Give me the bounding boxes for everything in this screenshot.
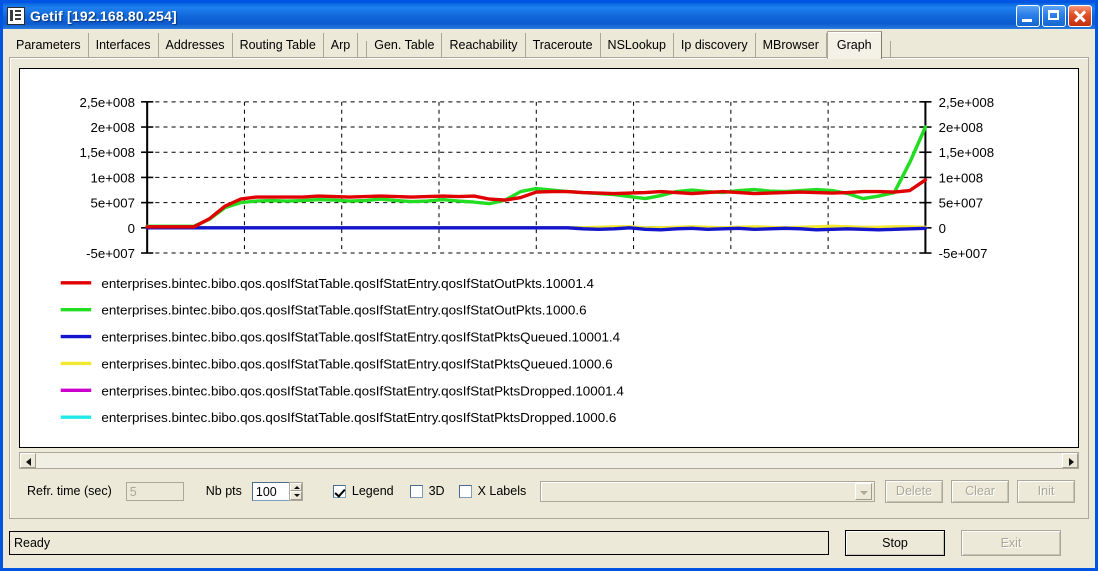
graph-panel: 2,5e+008 2,5e+008 2e+008 2e+008 1,5e+008 1,5e… <box>19 68 1079 448</box>
close-button[interactable] <box>1068 5 1092 27</box>
maximize-icon <box>1043 6 1065 26</box>
nb-pts-spinner[interactable] <box>288 481 303 501</box>
svg-text:0: 0 <box>939 221 946 236</box>
xlabels-label: X Labels <box>477 484 527 498</box>
svg-text:enterprises.bintec.bibo.qos.qo: enterprises.bintec.bibo.qos.qosIfStatTab… <box>101 276 594 291</box>
status-bar: Ready Stop Exit <box>9 524 1089 562</box>
graph-object-combobox[interactable] <box>540 480 875 502</box>
svg-text:1e+008: 1e+008 <box>939 171 983 186</box>
status-text: Ready <box>9 531 829 555</box>
clear-button[interactable]: Clear <box>951 479 1009 503</box>
svg-text:2e+008: 2e+008 <box>91 120 135 135</box>
tab-gap <box>358 41 368 58</box>
svg-text:-5e+007: -5e+007 <box>939 246 988 261</box>
svg-text:enterprises.bintec.bibo.qos.qo: enterprises.bintec.bibo.qos.qosIfStatTab… <box>101 410 616 425</box>
scrollbar-track[interactable] <box>36 453 1062 468</box>
svg-text:enterprises.bintec.bibo.qos.qo: enterprises.bintec.bibo.qos.qosIfStatTab… <box>101 357 612 372</box>
scroll-right-arrow-icon[interactable] <box>1062 453 1078 468</box>
svg-text:5e+007: 5e+007 <box>91 196 135 211</box>
minimize-button[interactable] <box>1016 5 1040 27</box>
tab-endcap <box>882 41 891 58</box>
exit-button[interactable]: Exit <box>961 530 1061 556</box>
window-title: Getif [192.168.80.254] <box>30 8 177 24</box>
tab-interfaces[interactable]: Interfaces <box>88 33 159 58</box>
svg-text:1,5e+008: 1,5e+008 <box>939 145 994 160</box>
svg-text:enterprises.bintec.bibo.qos.qo: enterprises.bintec.bibo.qos.qosIfStatTab… <box>101 330 620 345</box>
svg-text:1,5e+008: 1,5e+008 <box>79 145 134 160</box>
tab-bar: Parameters Interfaces Addresses Routing … <box>9 31 1089 59</box>
graph-horizontal-scrollbar[interactable] <box>19 452 1079 469</box>
svg-text:0: 0 <box>128 221 135 236</box>
legend-checkbox[interactable] <box>332 484 346 498</box>
getif-main-window: Getif [192.168.80.254] Parameters Interf… <box>0 0 1098 571</box>
svg-text:2,5e+008: 2,5e+008 <box>939 95 994 110</box>
scroll-left-arrow-icon[interactable] <box>20 453 36 468</box>
refresh-time-input[interactable]: 5 <box>125 481 184 501</box>
svg-text:enterprises.bintec.bibo.qos.qo: enterprises.bintec.bibo.qos.qosIfStatTab… <box>101 303 586 318</box>
init-button[interactable]: Init <box>1017 479 1075 503</box>
spinner-up-icon[interactable] <box>289 482 302 491</box>
tab-reachability[interactable]: Reachability <box>442 33 526 58</box>
delete-button[interactable]: Delete <box>885 479 943 503</box>
stop-button[interactable]: Stop <box>845 530 945 556</box>
graph-controls: Refr. time (sec) 5 Nb pts 100 Legend 3D … <box>19 476 1079 506</box>
svg-text:5e+007: 5e+007 <box>939 196 983 211</box>
tab-parameters[interactable]: Parameters <box>9 33 89 58</box>
nb-pts-input[interactable]: 100 <box>251 481 290 501</box>
svg-text:-5e+007: -5e+007 <box>86 246 135 261</box>
tab-nslookup[interactable]: NSLookup <box>600 33 674 58</box>
svg-text:1e+008: 1e+008 <box>91 171 135 186</box>
chevron-down-icon[interactable] <box>855 482 872 500</box>
svg-text:2e+008: 2e+008 <box>939 120 983 135</box>
tab-addresses[interactable]: Addresses <box>158 33 233 58</box>
threed-label: 3D <box>428 484 445 498</box>
tab-mbrowser[interactable]: MBrowser <box>755 33 827 58</box>
nb-pts-label: Nb pts <box>205 484 242 498</box>
svg-text:enterprises.bintec.bibo.qos.qo: enterprises.bintec.bibo.qos.qosIfStatTab… <box>101 383 623 398</box>
svg-text:2,5e+008: 2,5e+008 <box>79 95 134 110</box>
tab-arp[interactable]: Arp <box>323 33 359 58</box>
graph-tab-page: 2,5e+008 2,5e+008 2e+008 2e+008 1,5e+008 1,5e… <box>9 57 1089 519</box>
title-bar: Getif [192.168.80.254] <box>3 3 1095 29</box>
minimize-icon <box>1017 6 1039 26</box>
maximize-button[interactable] <box>1042 5 1066 27</box>
window-buttons <box>1016 5 1095 27</box>
legend-label: Legend <box>351 484 394 498</box>
graph-canvas: 2,5e+008 2,5e+008 2e+008 2e+008 1,5e+008 1,5e… <box>60 95 994 425</box>
tab-ip-discovery[interactable]: Ip discovery <box>673 33 756 58</box>
close-icon <box>1069 6 1091 26</box>
tab-graph[interactable]: Graph <box>826 31 882 59</box>
tab-routing-table[interactable]: Routing Table <box>232 33 324 58</box>
tab-gen-table[interactable]: Gen. Table <box>367 33 443 58</box>
spinner-down-icon[interactable] <box>289 491 302 500</box>
threed-checkbox[interactable] <box>409 484 423 498</box>
xlabels-checkbox[interactable] <box>458 484 472 498</box>
app-icon <box>7 7 25 25</box>
tab-traceroute[interactable]: Traceroute <box>525 33 601 58</box>
refresh-time-label: Refr. time (sec) <box>27 484 112 498</box>
